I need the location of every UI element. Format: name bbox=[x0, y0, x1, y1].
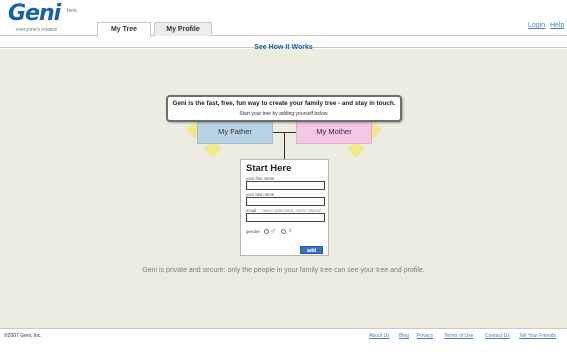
footer-link-privacy[interactable]: Privacy bbox=[417, 333, 433, 339]
logo-tagline: everyone's related bbox=[16, 27, 57, 33]
geni-logo[interactable]: Geni beta everyone's related bbox=[8, 1, 77, 33]
intro-headline: Geni is the fast, free, fun way to creat… bbox=[172, 100, 396, 107]
start-here-form: Start Here your first name your last nam… bbox=[240, 159, 329, 256]
footer-link-terms[interactable]: Terms of Use bbox=[444, 333, 473, 339]
footer-link-tell-friends[interactable]: Tell Your Friends bbox=[519, 333, 556, 339]
footer-link-blog[interactable]: Blog bbox=[399, 333, 409, 339]
last-name-input[interactable] bbox=[246, 197, 325, 206]
gender-male-option[interactable]: ♂ bbox=[264, 227, 276, 235]
mother-node[interactable]: My Mother bbox=[296, 121, 372, 144]
gender-label: gender bbox=[246, 228, 261, 234]
logo-beta-badge: beta bbox=[67, 8, 77, 14]
site-header: Geni beta everyone's related My Tree My … bbox=[0, 0, 567, 38]
father-node[interactable]: My Father bbox=[197, 121, 273, 144]
logo-wordmark: Geni bbox=[8, 1, 61, 26]
email-input[interactable] bbox=[246, 213, 325, 222]
form-title: Start Here bbox=[246, 163, 292, 174]
intro-callout: Geni is the fast, free, fun way to creat… bbox=[166, 95, 402, 122]
first-name-input[interactable] bbox=[246, 181, 325, 190]
tab-my-tree[interactable]: My Tree bbox=[97, 22, 151, 38]
tree-canvas: My Father My Mother Geni is the fast, fr… bbox=[0, 49, 567, 328]
male-symbol-icon: ♂ bbox=[270, 226, 277, 235]
help-link[interactable]: Help bbox=[550, 22, 564, 29]
login-link[interactable]: Login bbox=[528, 22, 545, 29]
email-hint: never spammed, never shared bbox=[262, 208, 321, 213]
sub-navigation-bar: See How It Works bbox=[0, 36, 567, 51]
tab-my-profile[interactable]: My Profile bbox=[154, 22, 212, 37]
privacy-statement: Geni is private and secure: only the peo… bbox=[142, 267, 425, 274]
add-button[interactable]: add bbox=[300, 246, 323, 254]
intro-subtext: Start your tree by adding yourself below… bbox=[239, 111, 329, 117]
site-footer: ©2007 Geni, Inc. About Us Blog Privacy T… bbox=[0, 328, 567, 352]
footer-link-contact[interactable]: Contact Us bbox=[485, 333, 510, 339]
male-radio[interactable] bbox=[264, 228, 270, 234]
female-radio[interactable] bbox=[281, 228, 287, 234]
copyright-text: ©2007 Geni, Inc. bbox=[4, 333, 42, 339]
gender-female-option[interactable]: ♀ bbox=[281, 227, 293, 235]
email-label-row: email never spammed, never shared bbox=[246, 208, 323, 213]
email-label: email bbox=[246, 208, 257, 213]
female-symbol-icon: ♀ bbox=[287, 226, 294, 235]
gender-selector: gender ♂ ♀ bbox=[246, 226, 323, 236]
footer-link-about-us[interactable]: About Us bbox=[369, 333, 390, 339]
child-connector-line bbox=[284, 132, 285, 159]
